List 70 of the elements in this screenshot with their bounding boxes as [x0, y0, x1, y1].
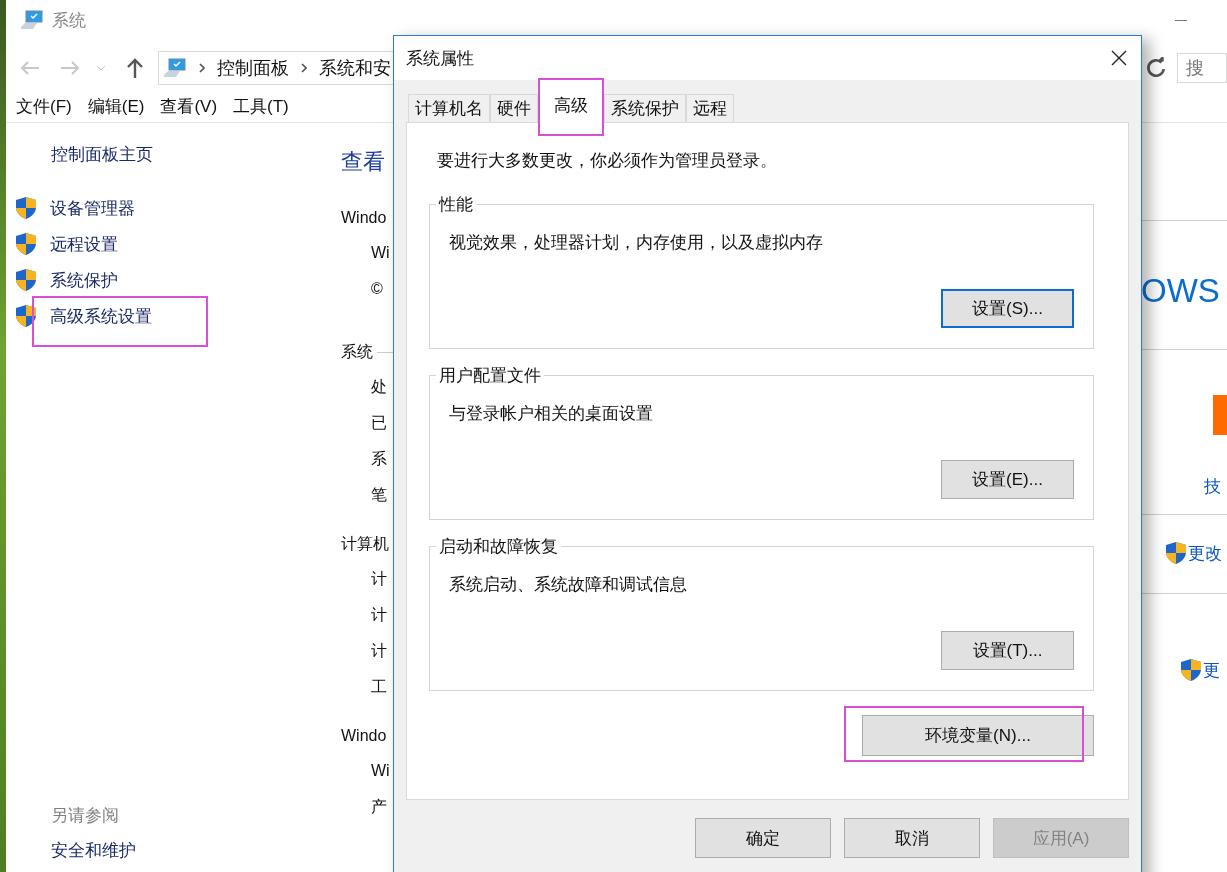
section-heading: 另请参阅 — [51, 805, 120, 827]
info-text: 工 — [370, 677, 388, 697]
breadcrumb[interactable]: 系统和安 — [319, 56, 391, 80]
shield-icon — [1165, 541, 1187, 565]
settings-button[interactable]: 设置(S)... — [941, 289, 1074, 328]
section-heading: Windo — [341, 726, 388, 746]
section-heading: Windo — [341, 208, 388, 228]
computer-icon — [20, 10, 44, 30]
sidebar-link[interactable]: 系统保护 — [50, 268, 118, 292]
tab[interactable]: 计算机名 — [408, 94, 490, 122]
link[interactable]: 技 — [1204, 475, 1227, 498]
tab[interactable]: 硬件 — [490, 94, 538, 122]
shield-icon — [15, 196, 37, 220]
info-text: 系 — [370, 449, 388, 469]
info-text: Wi — [370, 761, 391, 781]
info-text: 计 — [370, 641, 388, 661]
shield-icon — [15, 232, 37, 256]
environment-variables-button[interactable]: 环境变量(N)... — [862, 715, 1094, 756]
shield-icon — [1180, 658, 1202, 682]
dialog-title: 系统属性 — [406, 47, 474, 70]
page-heading: 查看 — [341, 148, 386, 176]
settings-button[interactable]: 设置(T)... — [941, 631, 1074, 670]
info-text: 处 — [370, 377, 388, 397]
tab[interactable]: 系统保护 — [604, 94, 686, 122]
info-text: 计 — [370, 605, 388, 625]
group-description: 系统启动、系统故障和调试信息 — [449, 574, 688, 596]
brand-text: OWS — [1140, 271, 1221, 311]
sidebar-link[interactable]: 高级系统设置 — [50, 304, 152, 328]
group-title: 用户配置文件 — [436, 364, 544, 387]
link[interactable]: 更改 — [1188, 541, 1222, 565]
sidebar-link[interactable]: 设备管理器 — [50, 196, 135, 220]
minimize-button[interactable] — [1175, 19, 1187, 21]
window-title: 系统 — [52, 9, 86, 32]
group-description: 视觉效果，处理器计划，内存使用，以及虚拟内存 — [449, 232, 824, 254]
search-field[interactable]: 搜 — [1177, 53, 1227, 83]
sidebar-link[interactable]: 安全和维护 — [51, 839, 136, 862]
sidebar-link[interactable]: 远程设置 — [50, 232, 118, 256]
menu-item[interactable]: 工具(T) — [233, 94, 289, 118]
breadcrumb[interactable]: 控制面板 — [217, 56, 289, 80]
link[interactable]: 更 — [1203, 658, 1220, 682]
tab[interactable]: 高级 — [538, 78, 604, 136]
sidebar-link[interactable]: 控制面板主页 — [51, 143, 153, 166]
section-heading: 系统 — [341, 341, 373, 362]
dialog-button[interactable]: 确定 — [695, 818, 831, 858]
menu-item[interactable]: 编辑(E) — [87, 94, 145, 118]
info-text: 产 — [370, 797, 388, 817]
info-text: © — [370, 279, 384, 299]
info-text: 计 — [370, 569, 388, 589]
shield-icon — [15, 268, 37, 292]
refresh-icon[interactable] — [1145, 57, 1167, 79]
group-title: 性能 — [436, 193, 476, 216]
info-text: Wi — [370, 243, 391, 263]
group-title: 启动和故障恢复 — [436, 535, 561, 558]
computer-icon — [163, 58, 187, 78]
menu-item[interactable]: 查看(V) — [160, 94, 218, 118]
settings-button[interactable]: 设置(E)... — [941, 460, 1074, 499]
brand-logo — [1213, 395, 1227, 435]
chevron-icon — [301, 63, 307, 73]
info-text: 已 — [370, 413, 388, 433]
section-heading: 计算机 — [341, 534, 390, 554]
chevron-icon — [199, 63, 205, 73]
shield-icon — [15, 304, 37, 328]
notice-text: 要进行大多数更改，你必须作为管理员登录。 — [437, 150, 778, 172]
up-arrow-icon[interactable] — [126, 58, 144, 78]
close-icon[interactable] — [1111, 50, 1127, 66]
tab[interactable]: 远程 — [686, 94, 734, 122]
menu-item[interactable]: 文件(F) — [16, 94, 72, 118]
group-description: 与登录帐户相关的桌面设置 — [449, 403, 654, 425]
info-text: 笔 — [370, 485, 388, 505]
dialog-button[interactable]: 取消 — [844, 818, 980, 858]
